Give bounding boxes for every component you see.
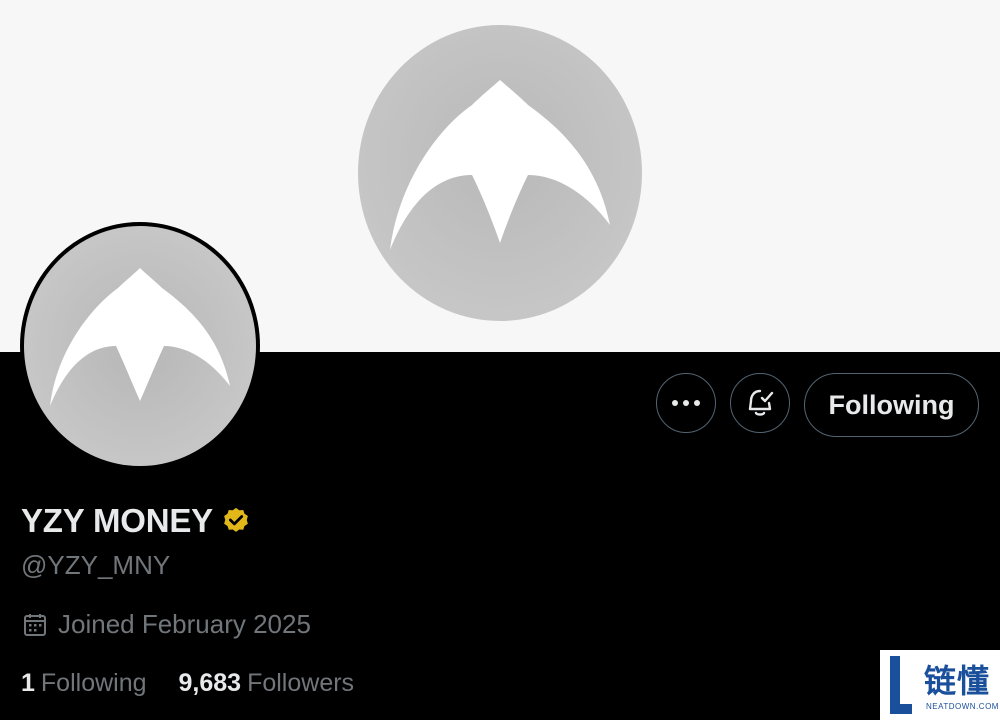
watermark: 链懂 NEATDOWN.COM [880,650,1000,720]
watermark-text: 链懂 [924,662,991,700]
more-horizontal-icon [672,400,700,406]
verified-badge-icon[interactable] [221,506,251,536]
profile-stats: 1 Following 9,683 Followers [21,669,386,698]
followers-count: 9,683 [178,669,242,697]
notifications-button[interactable] [730,373,790,433]
name-row: YZY MONEY [21,502,251,540]
watermark-logo [890,656,912,714]
followers-label: Followers [247,669,355,697]
banner-logo [358,25,642,321]
bell-check-icon [748,389,774,416]
following-button-label: Following [828,389,955,420]
profile-handle: @YZY_MNY [21,550,171,580]
watermark-sub: NEATDOWN.COM [926,702,999,711]
display-name: YZY MONEY [21,502,213,539]
joined-text: Joined February 2025 [58,609,311,639]
profile-avatar[interactable] [20,222,260,470]
following-label: Following [40,669,147,697]
more-button[interactable] [656,373,716,433]
avatar-logo [24,226,256,466]
followers-stat-link[interactable]: 9,683 Followers [179,669,355,698]
following-stat-link[interactable]: 1 Following [21,669,147,698]
calendar-icon [24,613,46,636]
following-button[interactable]: Following [804,373,979,437]
joined-date: Joined February 2025 [22,609,311,640]
following-count: 1 [21,669,35,697]
